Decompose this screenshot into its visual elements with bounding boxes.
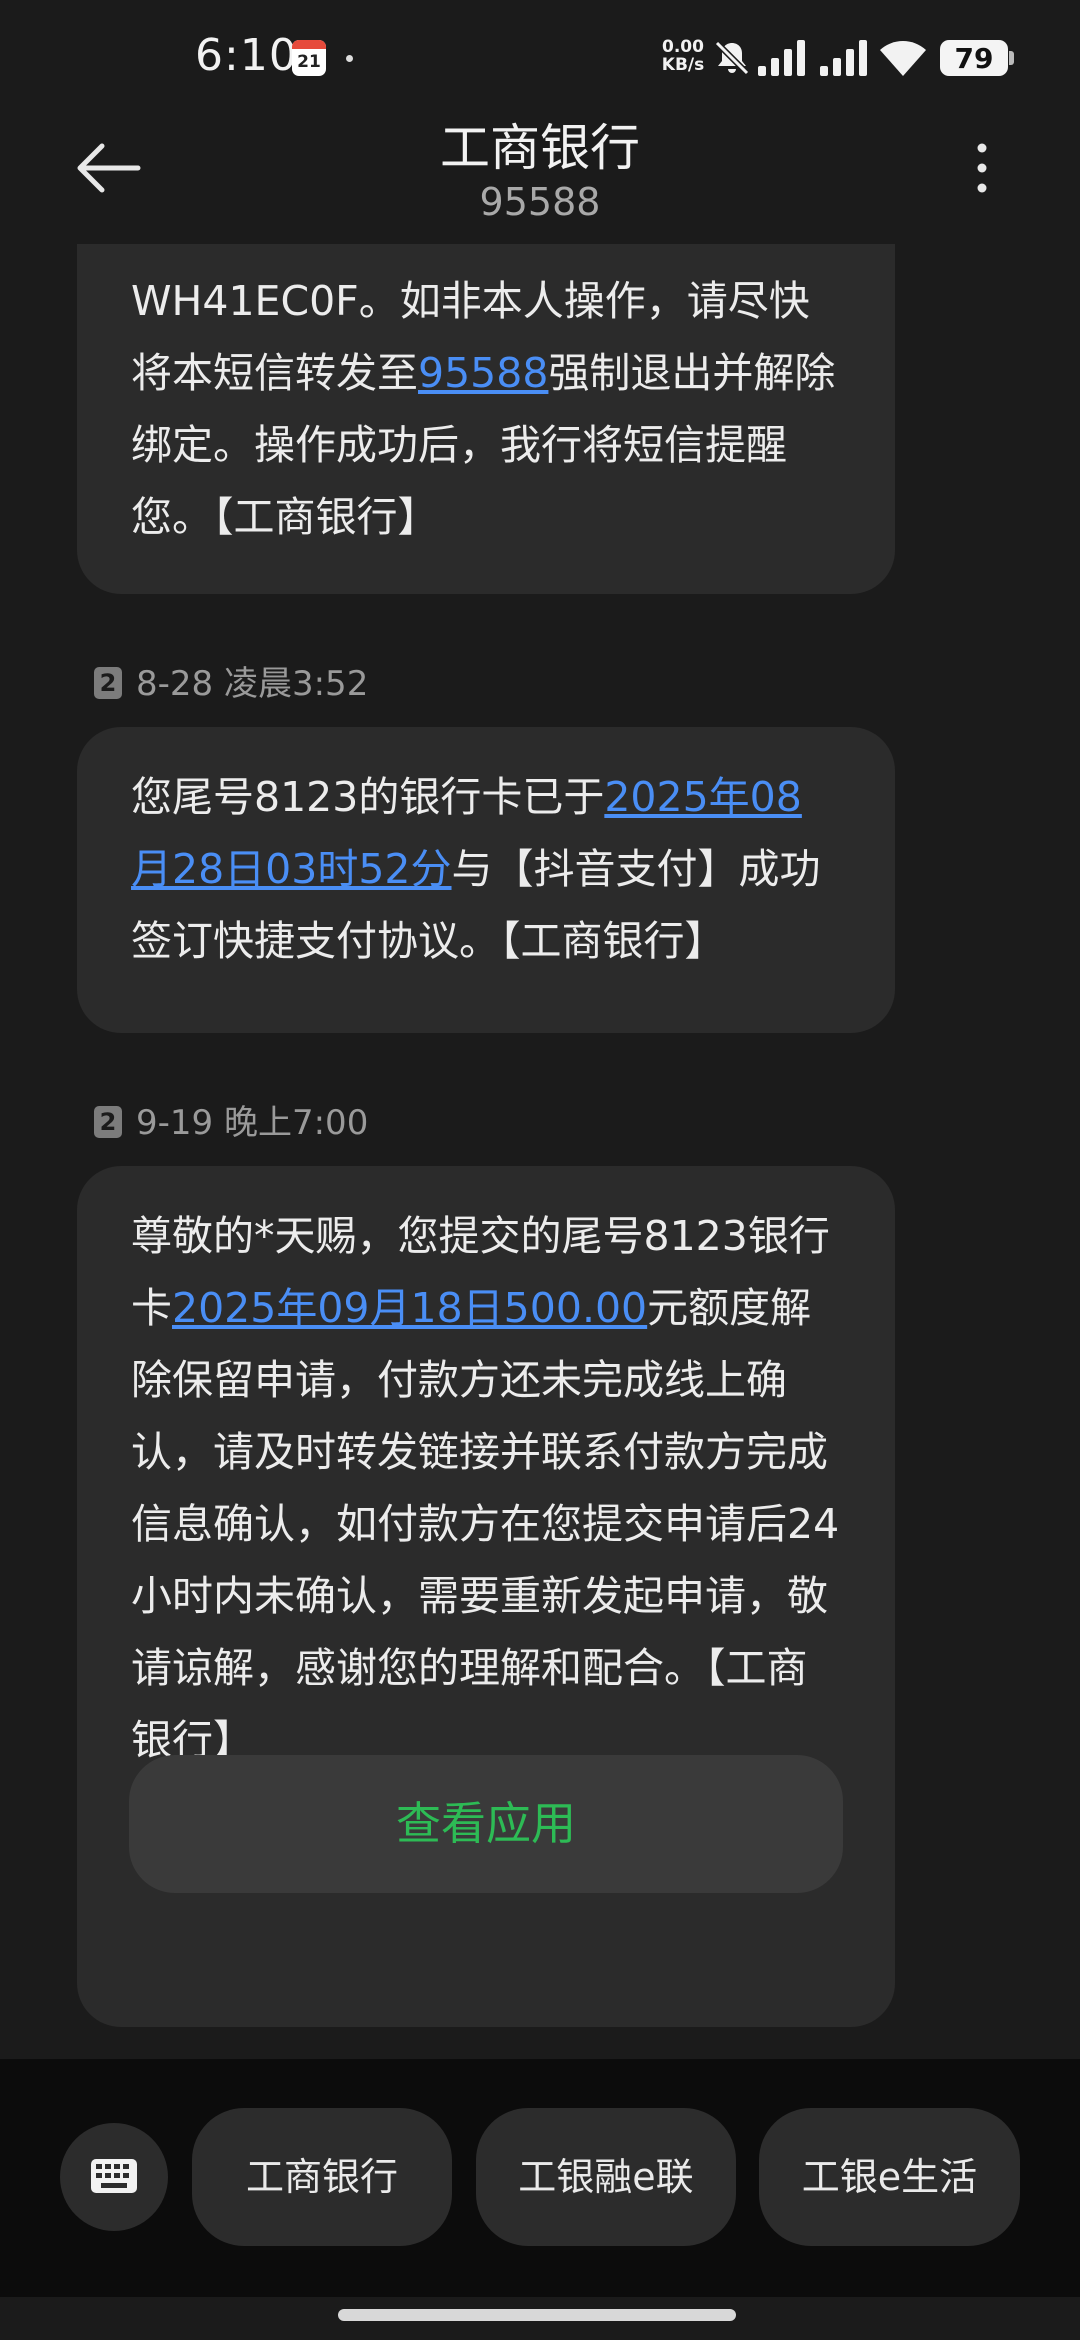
message-time: 8-28 凌晨3:52 bbox=[136, 664, 369, 704]
calendar-icon: 21 bbox=[292, 40, 326, 76]
battery-tip bbox=[1009, 51, 1014, 65]
message-bubble[interactable]: 您尾号8123的银行卡已于2025年08月28日03时52分与【抖音支付】成功签… bbox=[77, 727, 895, 1033]
keyboard-button[interactable] bbox=[60, 2123, 168, 2231]
mute-bell-icon bbox=[714, 40, 750, 76]
conversation-number: 95588 bbox=[479, 180, 601, 224]
message-bubble[interactable]: WH41EC0F。如非本人操作，请尽快将本短信转发至95588强制退出并解除绑定… bbox=[77, 244, 895, 594]
wifi-icon bbox=[880, 41, 926, 76]
signal-sim2-icon bbox=[820, 40, 867, 76]
conversation-title: 工商银行 bbox=[440, 119, 640, 177]
home-indicator[interactable] bbox=[338, 2309, 736, 2321]
message-text: 您尾号8123的银行卡已于 bbox=[131, 773, 605, 821]
network-speed-unit: KB/s bbox=[661, 55, 705, 75]
network-speed-value: 0.00 bbox=[662, 37, 704, 57]
notification-dot-icon bbox=[346, 55, 353, 62]
signal-sim1-icon bbox=[758, 40, 805, 76]
view-app-button[interactable]: 查看应用 bbox=[129, 1755, 843, 1893]
battery-level: 79 bbox=[940, 40, 1008, 76]
phone-number-link[interactable]: 95588 bbox=[418, 349, 548, 397]
message-list[interactable]: WH41EC0F。如非本人操作，请尽快将本短信转发至95588强制退出并解除绑定… bbox=[0, 244, 1080, 2059]
status-time: 6:10 bbox=[195, 30, 298, 81]
message-timestamp: 2 9-19 晚上7:00 bbox=[94, 1095, 368, 1144]
status-bar: 6:10 21 0.00 KB/s 79 bbox=[0, 0, 1080, 118]
quick-action-rongelian[interactable]: 工银融e联 bbox=[476, 2108, 736, 2246]
message-timestamp: 2 8-28 凌晨3:52 bbox=[94, 656, 368, 705]
keyboard-icon bbox=[91, 2159, 137, 2193]
quick-action-elife[interactable]: 工银e生活 bbox=[759, 2108, 1020, 2246]
more-options-icon[interactable] bbox=[962, 140, 1002, 200]
message-time: 9-19 晚上7:00 bbox=[136, 1103, 369, 1143]
message-text: 元额度解除保留申请，付款方还未完成线上确认，请及时转发链接并联系付款方完成信息确… bbox=[131, 1284, 840, 1764]
network-speed: 0.00 KB/s bbox=[657, 38, 709, 74]
sim2-badge-icon: 2 bbox=[94, 666, 122, 699]
message-bubble[interactable]: 尊敬的*天赐，您提交的尾号8123银行卡2025年09月18日500.00元额度… bbox=[77, 1166, 895, 2027]
quick-action-icbc[interactable]: 工商银行 bbox=[192, 2108, 452, 2246]
date-amount-link[interactable]: 2025年09月18日500.00 bbox=[172, 1284, 647, 1332]
sim2-badge-icon: 2 bbox=[94, 1105, 122, 1138]
